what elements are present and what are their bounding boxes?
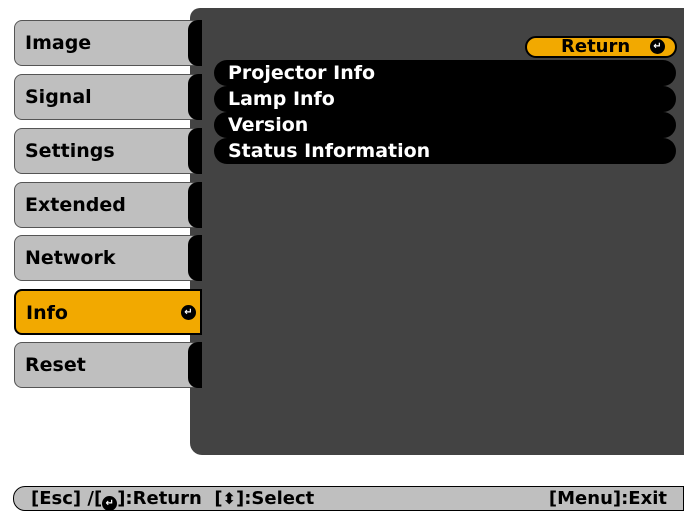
menu-item-projector-info[interactable]: Projector Info [214, 60, 676, 86]
tab-label: Info [26, 302, 68, 324]
tab-extended[interactable]: Extended [14, 182, 202, 228]
menu-item-label: Projector Info [228, 62, 376, 84]
tab-reset[interactable]: Reset [14, 342, 202, 388]
tab-label: Reset [25, 354, 86, 376]
tab-info[interactable]: Info ↵ [14, 289, 202, 335]
enter-icon: ↵ [181, 305, 196, 320]
tab-network[interactable]: Network [14, 235, 202, 281]
up-down-arrow-icon: ⬍ [222, 489, 236, 508]
menu-item-lamp-info[interactable]: Lamp Info [214, 86, 676, 112]
return-label: Return [561, 36, 631, 57]
enter-icon: ↵ [650, 39, 665, 54]
return-button[interactable]: Return ↵ [525, 36, 677, 58]
footer-help-bar: [Esc] /[↵]:Return [⬍]:Select [Menu]:Exit [13, 486, 684, 511]
footer-return-text: ]:Return [ [117, 488, 223, 509]
tab-signal[interactable]: Signal [14, 74, 202, 120]
footer-select-text: ]:Select [235, 488, 315, 509]
tab-label: Signal [25, 86, 92, 108]
footer-exit-text: [Menu]:Exit [548, 488, 667, 509]
menu-item-version[interactable]: Version [214, 112, 676, 138]
tab-image[interactable]: Image [14, 20, 202, 66]
menu-item-label: Status Information [228, 140, 431, 162]
menu-item-label: Version [228, 114, 309, 136]
enter-icon: ↵ [102, 496, 118, 511]
menu-item-label: Lamp Info [228, 88, 335, 110]
tab-label: Network [25, 247, 116, 269]
tab-label: Settings [25, 140, 115, 162]
footer-esc-text: [Esc] /[ [31, 488, 103, 509]
menu-item-status-information[interactable]: Status Information [214, 138, 676, 164]
tab-label: Extended [25, 194, 126, 216]
tab-label: Image [25, 32, 92, 54]
tab-settings[interactable]: Settings [14, 128, 202, 174]
